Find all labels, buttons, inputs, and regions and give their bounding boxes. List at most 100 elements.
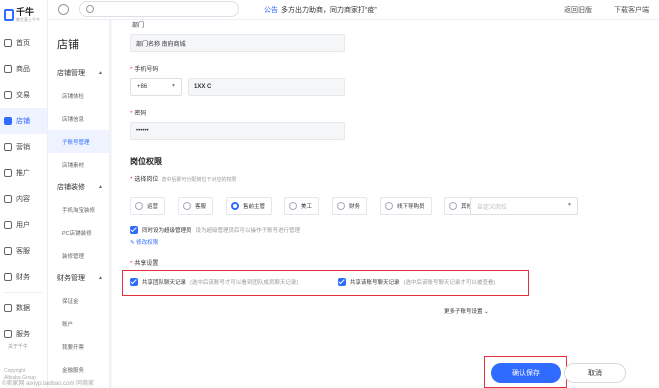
search-icon (86, 5, 94, 13)
radio-icon[interactable] (135, 202, 143, 210)
radio-icon[interactable] (337, 202, 345, 210)
radio-icon[interactable] (385, 202, 393, 210)
sidebar-item-label: 营销 (16, 144, 30, 151)
finance-icon (4, 273, 12, 281)
subnav-group-1[interactable]: 店铺装修 ▲ (48, 176, 109, 198)
download-client-link[interactable]: 下载客户端 (614, 5, 649, 15)
sidebar-item-6[interactable]: 内容 (0, 186, 47, 212)
subnav-item[interactable]: 店铺素材 (48, 153, 109, 176)
sidebar-item-8[interactable]: 客服 (0, 238, 47, 264)
sidebar-item-label: 推广 (16, 170, 30, 177)
radio-icon[interactable] (231, 202, 239, 210)
sidebar-item-1[interactable]: 商品 (0, 56, 47, 82)
dept-label: 部门 (132, 23, 145, 29)
sidebar-item-9[interactable]: 财务 (0, 264, 47, 290)
chevron-down-icon: ⌄ (482, 309, 489, 315)
subnav-item[interactable]: 店铺信息 (48, 107, 109, 130)
role-hint: 选中后即可分配岗位下对应的权限 (161, 177, 237, 183)
share-section-title: * 共享设置 (130, 261, 159, 267)
brand-title: 千牛 (16, 6, 35, 17)
chevron-down-icon: ▼ (171, 83, 176, 89)
subnav-item[interactable]: PC店铺装修 (48, 221, 109, 244)
watermark: ©卖家网 aixiyp.taobao.com 同商家 (2, 381, 95, 387)
chevron-down-icon: ▼ (567, 202, 572, 208)
home-icon (4, 39, 12, 47)
subnav-item[interactable]: 店铺体检 (48, 84, 109, 107)
country-code-select[interactable]: +86 ▼ (130, 78, 182, 96)
role-option-label: 美工 (301, 204, 313, 210)
modify-permission-link[interactable]: ✎ 修改权限 (130, 238, 158, 246)
radio-icon[interactable] (289, 202, 297, 210)
share-team-chat-checkbox[interactable]: 共享团队聊天记录 (选中后该账号才可以看到团队成员聊天记录) (130, 278, 298, 286)
subnav-item[interactable]: 保证金 (48, 289, 109, 312)
phone-field[interactable]: 1XX C (188, 78, 345, 96)
password-field[interactable]: •••••• (130, 122, 345, 140)
subnav-item[interactable]: 手机淘宝装修 (48, 198, 109, 221)
about-link[interactable]: 关于千牛 (0, 343, 47, 350)
checkbox-checked-icon[interactable] (338, 278, 346, 286)
role-option-label: 售前主管 (243, 204, 266, 210)
sidebar-item-7[interactable]: 用户 (0, 212, 47, 238)
sub-account-form: 部门 部门名称 南府商城 * 手机号码 +86 ▼ 1XX C * 密码 •••••… (112, 20, 659, 388)
role-option[interactable]: 财务 (332, 197, 368, 215)
radio-icon[interactable] (183, 202, 191, 210)
shop-icon (4, 117, 12, 125)
sidebar-item-label: 内容 (16, 196, 30, 203)
role-option[interactable]: 线下导购员 (380, 197, 432, 215)
chevron-up-icon: ▲ (98, 70, 103, 76)
super-admin-checkbox[interactable]: 同时设为超级管理员 设为超级管理员后可以操作子账号进行管理 (130, 226, 300, 234)
top-bar: 公告 多方出力助商，同力商家打“疫” 返回旧版 下载客户端 (48, 0, 659, 20)
sidebar-item-4[interactable]: 营销 (0, 134, 47, 160)
notice-label[interactable]: 公告 (264, 5, 278, 15)
subnav-group-label: 店铺装修 (57, 184, 85, 191)
subnav-item[interactable]: 子账号管理 (48, 130, 109, 153)
role-option-label: 运营 (147, 204, 159, 210)
back-to-old-version-link[interactable]: 返回旧版 (564, 5, 592, 15)
apps-icon (4, 330, 12, 338)
role-option[interactable]: 售前主管 (226, 197, 273, 215)
role-option[interactable]: 运营 (130, 197, 166, 215)
main-sidebar: 千牛 做生意上千牛 首页 商品 交易 店铺 营销 推广 内容 用户 客服 财务 数据 服务 关于千牛 C… (0, 0, 48, 388)
subnav-item[interactable]: 账户 (48, 312, 109, 335)
sidebar-item-0[interactable]: 首页 (0, 30, 47, 56)
checkbox-checked-icon[interactable] (130, 278, 138, 286)
trade-icon (4, 91, 12, 99)
role-option[interactable]: 客服 (178, 197, 214, 215)
sidebar-item-10[interactable]: 数据 (0, 295, 47, 321)
role-option-label: 财务 (349, 204, 361, 210)
subnav-group-0[interactable]: 店铺管理 ▲ (48, 62, 109, 84)
service-icon (4, 247, 12, 255)
subnav-group-label: 店铺管理 (57, 70, 85, 77)
search-input[interactable] (79, 1, 239, 17)
share-account-chat-checkbox[interactable]: 共享该账号聊天记录 (选中后该账号聊天记录才可以被查看) (338, 278, 495, 286)
content-icon (4, 195, 12, 203)
sidebar-item-2[interactable]: 交易 (0, 82, 47, 108)
promote-icon (4, 169, 12, 177)
dept-field[interactable]: 部门名称 南府商城 (130, 34, 345, 52)
custom-role-input[interactable]: 自定义岗位 ▼ (470, 197, 578, 215)
sidebar-item-label: 客服 (16, 248, 30, 255)
subnav-group-2[interactable]: 财务管理 ▲ (48, 267, 109, 289)
role-option[interactable]: 美工 (284, 197, 320, 215)
confirm-save-button[interactable]: 确认保存 (491, 363, 561, 383)
history-clock-icon[interactable] (58, 4, 69, 15)
sidebar-divider (4, 292, 43, 293)
brand-subtitle: 做生意上千牛 (16, 16, 40, 22)
notice-text[interactable]: 多方出力助商，同力商家打“疫” (281, 5, 377, 15)
brand[interactable]: 千牛 做生意上千牛 (0, 0, 47, 30)
subnav-group-label: 财务管理 (57, 275, 85, 282)
sidebar-item-3[interactable]: 店铺 (0, 108, 47, 134)
sidebar-item-5[interactable]: 推广 (0, 160, 47, 186)
chevron-up-icon: ▲ (98, 184, 103, 190)
phone-label: * 手机号码 (130, 67, 159, 73)
shop-subnav: 店铺 店铺管理 ▲ 店铺体检 店铺信息 子账号管理 店铺素材 店铺装修 ▲ 手机淘宝装修 PC店铺… (48, 0, 110, 388)
checkbox-checked-icon[interactable] (130, 226, 138, 234)
more-settings-link[interactable]: 更多子账号设置 ⌄ (444, 307, 489, 315)
sidebar-item-label: 数据 (16, 305, 30, 312)
subnav-item[interactable]: 装修管理 (48, 244, 109, 267)
radio-icon[interactable] (449, 202, 457, 210)
perm-section-title: 岗位权限 (130, 157, 162, 166)
subnav-item[interactable]: 我要开票 (48, 335, 109, 358)
cancel-button[interactable]: 取消 (564, 363, 626, 383)
sidebar-item-label: 用户 (16, 222, 30, 229)
